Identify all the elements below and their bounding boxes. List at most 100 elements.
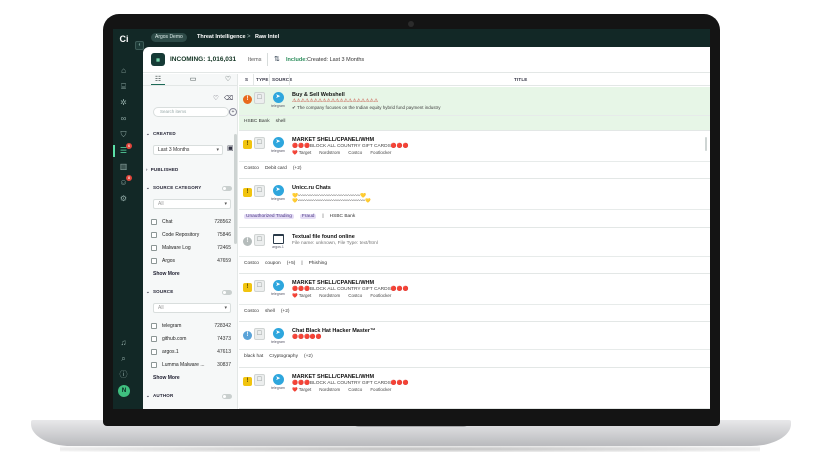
- checkbox[interactable]: [151, 322, 157, 329]
- chevron-right-icon: ›: [146, 167, 148, 172]
- bug-icon[interactable]: ✲: [118, 97, 129, 108]
- items-label: Items: [248, 57, 262, 63]
- tag[interactable]: HSBC Bank: [244, 119, 270, 124]
- row-title[interactable]: Chat Black Hat Hacker Master™: [292, 328, 375, 334]
- created-filter-chip[interactable]: Created: Last 3 Months: [307, 57, 364, 63]
- tag[interactable]: coupon: [265, 261, 281, 266]
- row-title[interactable]: Buy & Sell Webshell: [292, 92, 345, 98]
- tag[interactable]: Debit card: [265, 166, 287, 171]
- app-logo[interactable]: Ci: [116, 34, 132, 46]
- source-toggle[interactable]: [222, 290, 232, 295]
- row-snippet: File name: unknown, File Type: text/html: [292, 241, 378, 246]
- author-section-header[interactable]: ⌄ AUTHOR: [146, 393, 173, 399]
- tag[interactable]: shell: [276, 119, 286, 124]
- calendar-icon[interactable]: ▣: [227, 144, 234, 152]
- bell-icon[interactable]: ♫: [118, 337, 129, 348]
- home-icon[interactable]: ⌂: [118, 65, 129, 76]
- gear-icon[interactable]: ⚙: [118, 193, 129, 204]
- breadcrumb-bar: Argos Demo Threat Intelligence > Raw Int…: [135, 29, 710, 47]
- info-icon[interactable]: ⓘ: [118, 369, 129, 380]
- tag[interactable]: Costco: [244, 309, 259, 314]
- row-title[interactable]: Textual file found online: [292, 234, 355, 240]
- source-category-item-argos[interactable]: Argos 47659: [151, 257, 233, 266]
- source-select[interactable]: All ▾: [153, 303, 231, 313]
- folder-tab-icon[interactable]: ▭: [186, 75, 200, 85]
- source-show-more[interactable]: Show More: [153, 375, 180, 381]
- source-item-telegram[interactable]: telegram 728342: [151, 322, 233, 331]
- breadcrumb-threat-intelligence[interactable]: Threat Intelligence: [197, 33, 246, 42]
- table-row[interactable]: ! ☐ ➤ telegram Unicc.ru Chats 💛〰〰〰〰〰〰〰〰〰〰…: [239, 180, 710, 228]
- checkbox[interactable]: [151, 361, 157, 368]
- tag[interactable]: black hat: [244, 354, 263, 359]
- checkbox[interactable]: [151, 231, 157, 238]
- search-icon[interactable]: ⌕: [118, 353, 129, 364]
- incoming-count: INCOMING: 1,016,031: [170, 56, 237, 63]
- created-date-select[interactable]: Last 3 Months ▾: [153, 145, 223, 155]
- checkbox[interactable]: [151, 257, 157, 264]
- add-filter-icon[interactable]: +: [229, 108, 237, 116]
- table-row[interactable]: ! ☐ ➤ telegram Chat Black Hat Hacker Mast…: [239, 323, 710, 368]
- row-title[interactable]: MARKET SHELL/CPANEL/WHM: [292, 280, 374, 286]
- filter-sliders-icon[interactable]: ⇅: [274, 55, 280, 63]
- tag-overflow[interactable]: (+2): [293, 166, 302, 171]
- bar-chart-icon[interactable]: ▥: [118, 161, 129, 172]
- checkbox[interactable]: [151, 218, 157, 225]
- save-filter-heart-icon[interactable]: ♡: [213, 94, 219, 102]
- clear-filters-icon[interactable]: ⌫: [224, 94, 233, 102]
- source-cell: argos.1: [270, 234, 286, 249]
- tag[interactable]: Phishing: [309, 261, 327, 266]
- breadcrumb-raw-intel[interactable]: Raw Intel: [255, 33, 279, 42]
- row-scrollbar[interactable]: [705, 137, 707, 151]
- source-category-item-code-repository[interactable]: Code Repository 75846: [151, 231, 233, 240]
- favorites-tab-icon[interactable]: ♡: [221, 75, 235, 85]
- author-toggle[interactable]: [222, 394, 232, 399]
- filters-tab-icon[interactable]: ☷: [151, 75, 165, 85]
- source-category-section-header[interactable]: ⌄ SOURCE CATEGORY: [146, 185, 202, 191]
- table-row[interactable]: ! ☐ ➤ telegram Buy & Sell Webshell ⚠⚠⚠⚠⚠⚠…: [239, 87, 710, 131]
- checkbox[interactable]: [151, 335, 157, 342]
- link-icon[interactable]: ∞: [118, 113, 129, 124]
- column-type[interactable]: TYPE: [256, 77, 269, 82]
- checkbox[interactable]: [151, 348, 157, 355]
- source-category-item-chat[interactable]: Chat 728562: [151, 218, 233, 227]
- source-item-lumma-malware[interactable]: Lumma Malware ... 30837: [151, 361, 233, 370]
- tag[interactable]: Costco: [244, 166, 259, 171]
- tag-overflow[interactable]: (+2): [304, 354, 313, 359]
- row-title[interactable]: MARKET SHELL/CPANEL/WHM: [292, 374, 374, 380]
- tag-overflow[interactable]: (+5): [287, 261, 296, 266]
- source-item-github[interactable]: github.com 74373: [151, 335, 233, 344]
- tag[interactable]: Costco: [244, 261, 259, 266]
- table-row[interactable]: ! ☐ ➤ telegram MARKET SHELL/CPANEL/WHM 🔴🔴…: [239, 369, 710, 409]
- column-severity[interactable]: S: [245, 77, 248, 82]
- tag[interactable]: Unauthorized Trading: [244, 214, 294, 219]
- published-section-header[interactable]: › PUBLISHED: [146, 167, 179, 172]
- bank-icon[interactable]: ⌸: [118, 81, 129, 92]
- created-section-header[interactable]: ⌄ CREATED: [146, 131, 176, 137]
- notification-badge: 6: [126, 143, 132, 149]
- table-row[interactable]: ! ☐ ➤ telegram MARKET SHELL/CPANEL/WHM 🔴🔴…: [239, 275, 710, 322]
- filter-search-input[interactable]: Search items: [153, 107, 229, 117]
- table-row[interactable]: ! ☐ argos.1 Textual file found online Fi…: [239, 229, 710, 274]
- column-divider: [289, 74, 290, 86]
- sidebar-scrollbar[interactable]: [234, 134, 237, 244]
- tag[interactable]: Cryptography: [269, 354, 298, 359]
- checkbox[interactable]: [151, 244, 157, 251]
- row-title[interactable]: Unicc.ru Chats: [292, 185, 331, 191]
- tag[interactable]: shell: [265, 309, 275, 314]
- table-row[interactable]: ! ☐ ➤ telegram MARKET SHELL/CPANEL/WHM 🔴🔴…: [239, 132, 710, 179]
- tag-overflow[interactable]: (+2): [281, 309, 290, 314]
- user-avatar[interactable]: N: [118, 385, 130, 397]
- source-item-argos1[interactable]: argos.1 47613: [151, 348, 233, 357]
- column-title[interactable]: TITLE: [514, 77, 528, 82]
- tag[interactable]: Fraud: [299, 214, 317, 219]
- source-category-show-more[interactable]: Show More: [153, 271, 180, 277]
- tag[interactable]: HSBC Bank: [330, 214, 356, 219]
- row-snippet: 💛〰〰〰〰〰〰〰〰〰〰〰〰〰〰〰💛: [292, 198, 371, 203]
- source-category-toggle[interactable]: [222, 186, 232, 191]
- workspace-pill[interactable]: Argos Demo: [151, 33, 187, 42]
- source-category-item-malware-log[interactable]: Malware Log 72465: [151, 244, 233, 253]
- row-title[interactable]: MARKET SHELL/CPANEL/WHM: [292, 137, 374, 143]
- source-category-select[interactable]: All ▾: [153, 199, 231, 209]
- shield-icon[interactable]: ⛉: [118, 129, 129, 140]
- source-section-header[interactable]: ⌄ SOURCE: [146, 289, 173, 295]
